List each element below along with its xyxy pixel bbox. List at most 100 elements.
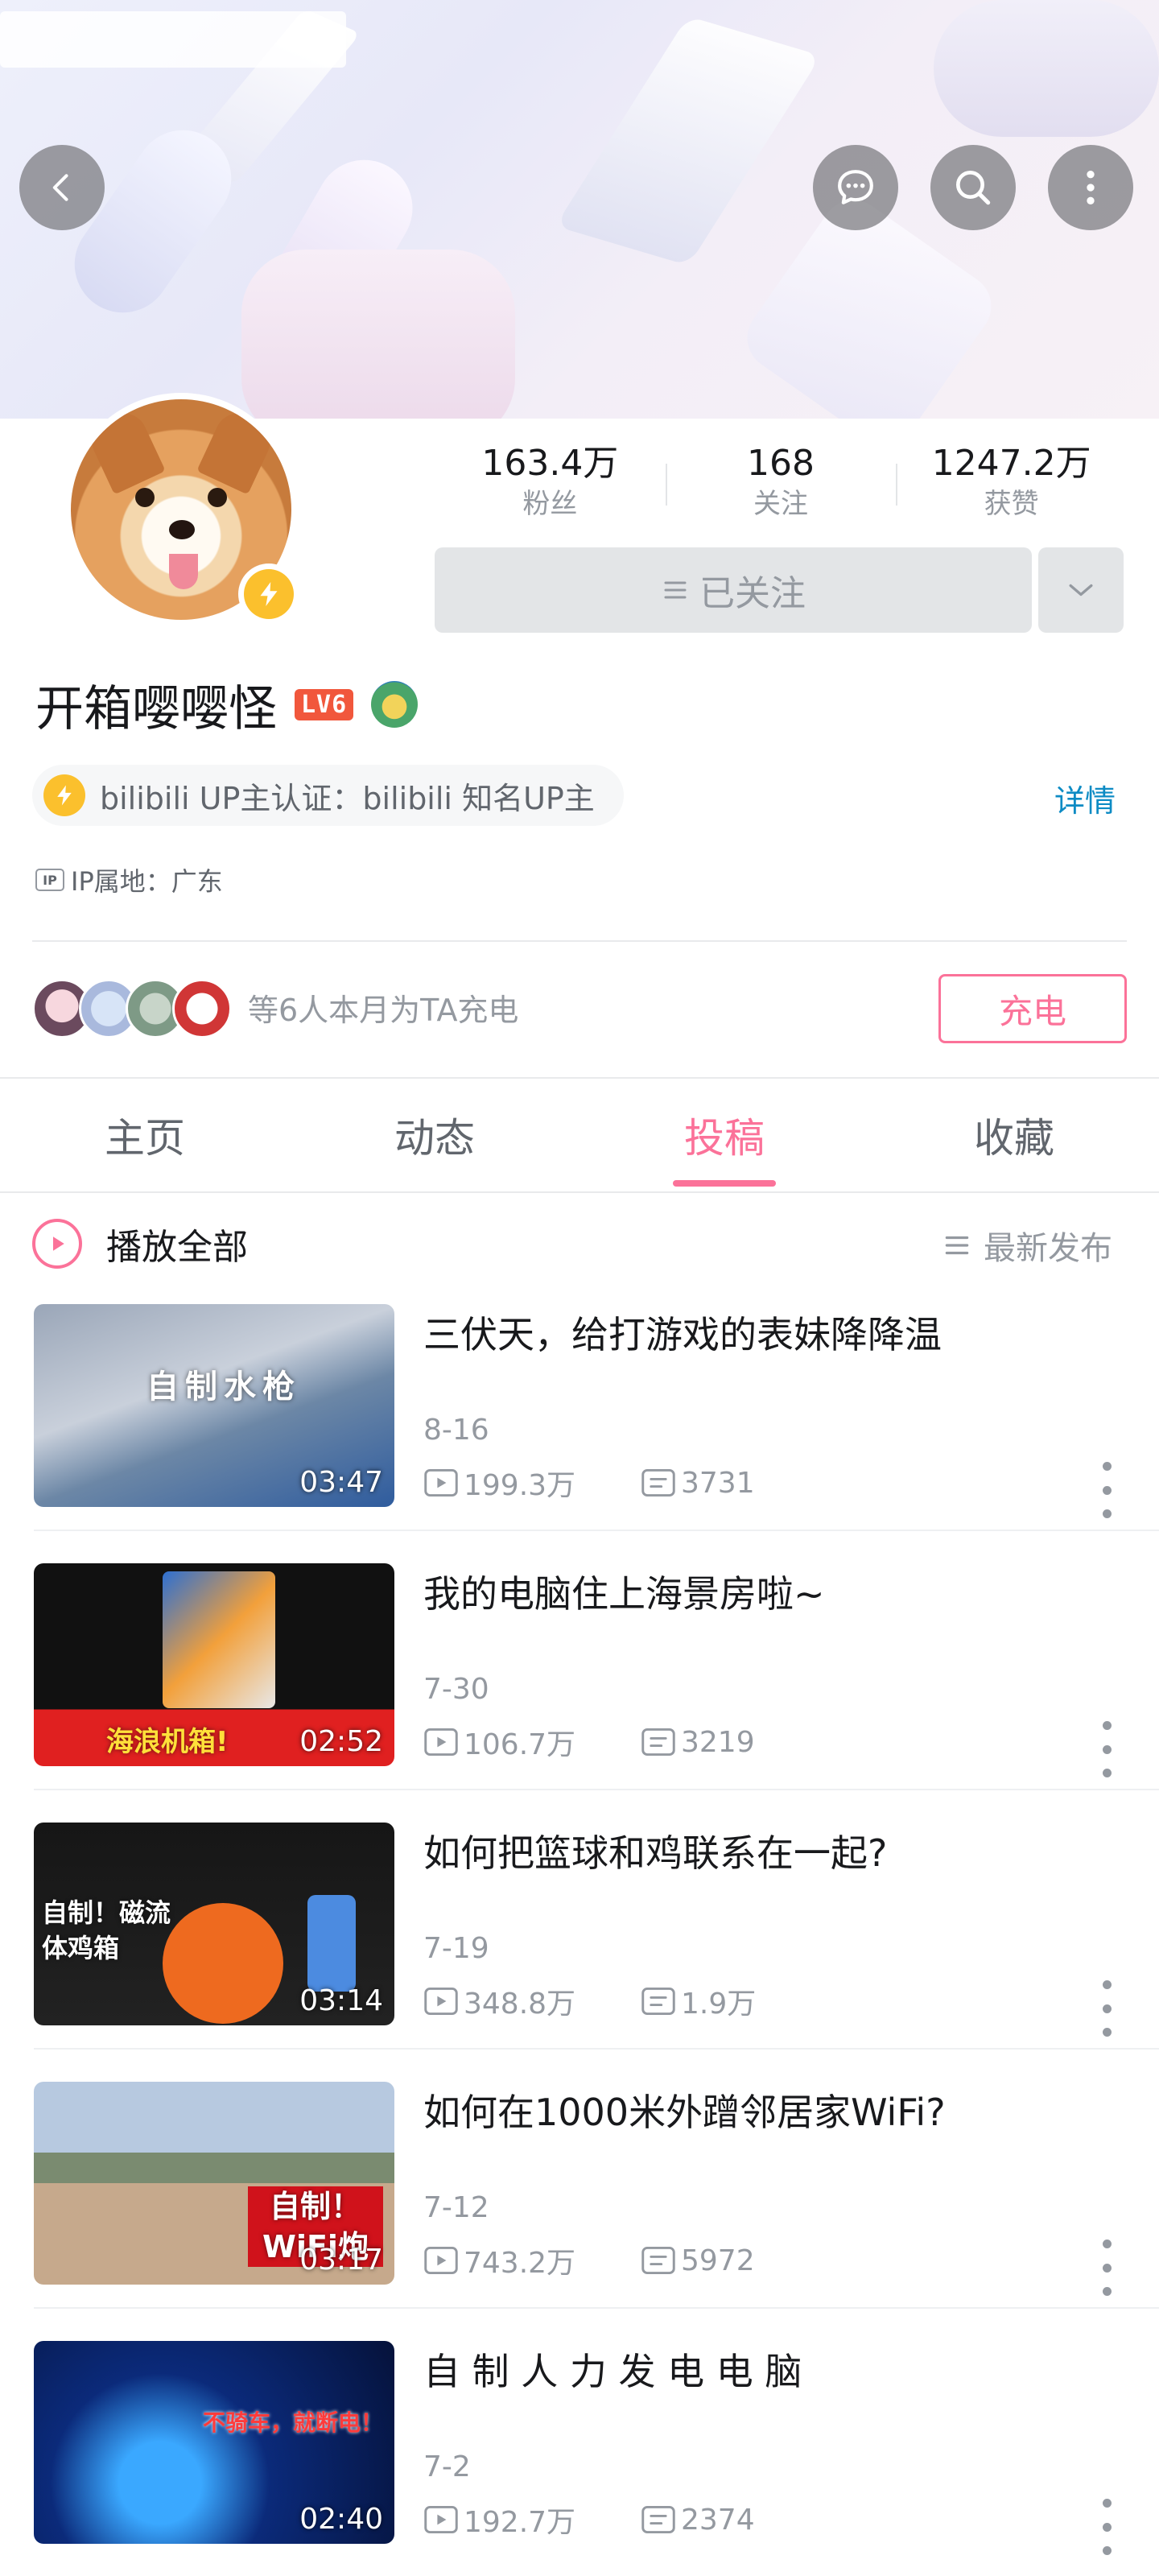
video-meta: 348.8万 1.9万 <box>423 1980 858 2022</box>
lightning-icon <box>43 774 85 816</box>
thumbnail-caption: 海浪机箱! <box>106 1726 229 1758</box>
play-count-icon <box>424 2246 458 2275</box>
video-date: 8-16 <box>423 1414 489 1447</box>
video-title[interactable]: 我的电脑住上海景房啦~ <box>423 1570 1116 1618</box>
play-count-icon <box>424 1468 458 1497</box>
video-thumbnail[interactable]: 自制水枪 03:47 <box>34 1304 394 1507</box>
video-duration: 03:17 <box>299 2244 383 2277</box>
thumbnail-caption: 自制水枪 <box>146 1368 301 1406</box>
play-count-icon <box>424 2505 458 2534</box>
video-duration: 02:40 <box>299 2503 383 2536</box>
thumbnail-caption: 不骑车，就断电！ <box>202 2409 383 2436</box>
sort-button[interactable]: 最新发布 <box>942 1222 1112 1269</box>
comment-count: 2374 <box>681 2503 755 2537</box>
stat-likes[interactable]: 1247.2万 获赞 <box>896 441 1127 530</box>
video-list: 自制水枪 03:47 三伏天，给打游戏的表妹降降温 8-16 199.3万 37… <box>0 1304 1159 2576</box>
thumbnail-caption: 自制！磁流体鸡箱 <box>42 1897 171 1963</box>
video-thumbnail[interactable]: 海浪机箱! 02:52 <box>34 1563 394 1766</box>
video-item[interactable]: 海浪机箱! 02:52 我的电脑住上海景房啦~ 7-30 106.7万 3219 <box>0 1563 1159 1823</box>
status-bar <box>0 0 1159 161</box>
more-options-icon[interactable] <box>1095 1980 1119 2037</box>
message-button[interactable] <box>813 145 898 230</box>
stat-value: 1247.2万 <box>931 443 1091 484</box>
stat-value: 163.4万 <box>481 443 619 484</box>
back-button[interactable] <box>19 145 105 230</box>
charger-avatars[interactable] <box>32 979 233 1038</box>
sort-lines-icon <box>945 1236 969 1255</box>
stat-label: 关注 <box>753 488 808 520</box>
video-title[interactable]: 自 制 人 力 发 电 电 脑 <box>423 2347 1116 2396</box>
medal-icon[interactable] <box>371 681 419 728</box>
followed-button[interactable]: 已关注 <box>435 547 1032 633</box>
video-meta: 199.3万 3731 <box>423 1462 858 1504</box>
stat-fans[interactable]: 163.4万 粉丝 <box>435 441 666 530</box>
tab-dynamic[interactable]: 动态 <box>290 1079 580 1191</box>
ip-icon: IP <box>35 869 64 891</box>
comment-count: 3219 <box>681 1725 755 1759</box>
video-meta: 192.7万 2374 <box>423 2499 858 2541</box>
more-vertical-icon <box>1087 171 1095 204</box>
video-item[interactable]: 自制！磁流体鸡箱 03:14 如何把篮球和鸡联系在一起? 7-19 348.8万… <box>0 1823 1159 2082</box>
chevron-left-icon <box>52 174 68 201</box>
profile-stats: 163.4万 粉丝 168 关注 1247.2万 获赞 <box>435 441 1127 530</box>
search-button[interactable] <box>930 145 1016 230</box>
video-date: 7-30 <box>423 1673 489 1706</box>
search-icon <box>956 171 991 205</box>
divider <box>32 940 1127 942</box>
tab-uploads[interactable]: 投稿 <box>580 1079 869 1191</box>
detail-link[interactable]: 详情 <box>1054 776 1116 820</box>
video-meta: 106.7万 3219 <box>423 1721 858 1763</box>
ip-location-text: IP属地：广东 <box>71 866 223 897</box>
sort-label: 最新发布 <box>984 1230 1112 1267</box>
play-all-button[interactable]: 播放全部 <box>32 1208 248 1280</box>
lightning-icon <box>260 582 278 606</box>
name-row: 开箱嘤嘤怪 LV6 <box>35 668 419 741</box>
more-button[interactable] <box>1048 145 1133 230</box>
video-thumbnail[interactable]: 不骑车，就断电！ 02:40 <box>34 2341 394 2544</box>
tab-favorites[interactable]: 收藏 <box>869 1079 1159 1191</box>
video-item[interactable]: 不骑车，就断电！ 02:40 自 制 人 力 发 电 电 脑 7-2 192.7… <box>0 2341 1159 2576</box>
video-date: 7-2 <box>423 2450 471 2483</box>
video-meta: 743.2万 5972 <box>423 2240 858 2281</box>
play-circle-icon <box>32 1219 82 1269</box>
video-date: 7-19 <box>423 1932 489 1965</box>
divider <box>34 1789 1159 1790</box>
certification-text: bilibili UP主认证：bilibili 知名UP主 <box>100 780 595 816</box>
ip-location: IP IP属地：广东 <box>35 861 223 898</box>
video-duration: 03:14 <box>299 1984 383 2017</box>
comment-icon <box>641 2246 675 2275</box>
view-count: 348.8万 <box>464 1988 576 2021</box>
comment-icon <box>641 2505 675 2534</box>
chevron-down-icon <box>1069 584 1093 597</box>
play-count-icon <box>424 1987 458 2016</box>
divider <box>34 2048 1159 2050</box>
view-count: 199.3万 <box>464 1469 576 1502</box>
more-options-icon[interactable] <box>1095 2240 1119 2296</box>
video-title[interactable]: 如何在1000米外蹭邻居家WiFi? <box>423 2088 1116 2136</box>
charge-row: 等6人本月为TA充电 充电 <box>32 966 1127 1055</box>
video-thumbnail[interactable]: 自制！磁流体鸡箱 03:14 <box>34 1823 394 2025</box>
follow-dropdown-button[interactable] <box>1038 547 1124 633</box>
stat-label: 粉丝 <box>522 488 578 520</box>
stat-label: 获赞 <box>984 488 1039 520</box>
video-item[interactable]: 自制！WiFi炮 03:17 如何在1000米外蹭邻居家WiFi? 7-12 7… <box>0 2082 1159 2341</box>
more-options-icon[interactable] <box>1095 1462 1119 1518</box>
video-thumbnail[interactable]: 自制！WiFi炮 03:17 <box>34 2082 394 2285</box>
tab-home[interactable]: 主页 <box>0 1079 290 1191</box>
chat-bubble-icon <box>838 170 873 204</box>
charge-text[interactable]: 等6人本月为TA充电 <box>248 985 518 1030</box>
view-count: 192.7万 <box>464 2506 576 2539</box>
more-options-icon[interactable] <box>1095 2499 1119 2555</box>
divider <box>34 1530 1159 1531</box>
video-item[interactable]: 自制水枪 03:47 三伏天，给打游戏的表妹降降温 8-16 199.3万 37… <box>0 1304 1159 1563</box>
stat-following[interactable]: 168 关注 <box>665 441 897 530</box>
charge-button[interactable]: 充电 <box>938 974 1127 1043</box>
more-options-icon[interactable] <box>1095 1721 1119 1777</box>
video-title[interactable]: 三伏天，给打游戏的表妹降降温 <box>423 1311 1116 1359</box>
follow-label: 已关注 <box>699 573 806 614</box>
tab-bar: 主页 动态 投稿 收藏 <box>0 1079 1159 1191</box>
view-count: 106.7万 <box>464 1728 576 1761</box>
video-duration: 03:47 <box>299 1466 383 1499</box>
comment-count: 3731 <box>681 1466 755 1500</box>
video-title[interactable]: 如何把篮球和鸡联系在一起? <box>423 1829 1116 1877</box>
